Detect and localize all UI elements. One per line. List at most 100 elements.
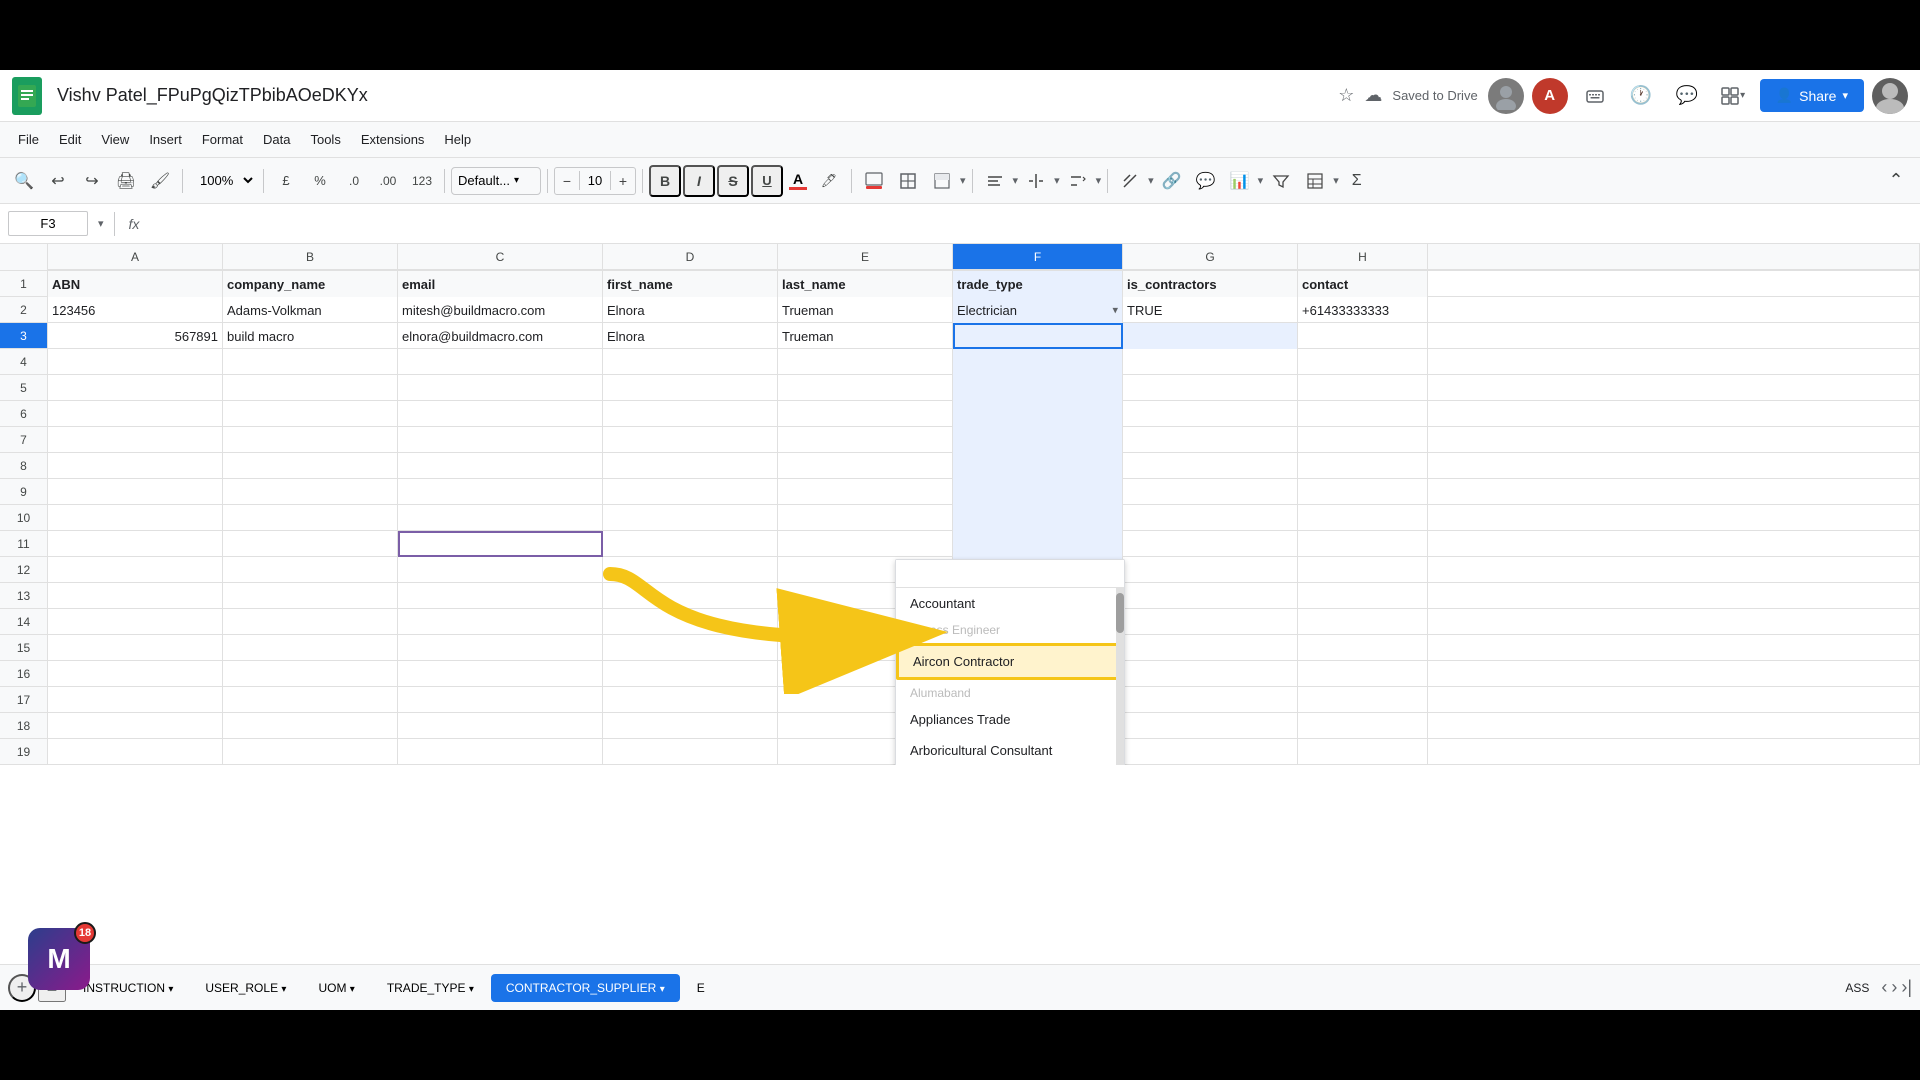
- collapse-button[interactable]: ⌃: [1880, 165, 1912, 197]
- tab-user-role[interactable]: USER_ROLE ▾: [190, 974, 301, 1002]
- cell-A10[interactable]: [48, 505, 223, 531]
- cloud-icon[interactable]: ☁: [1364, 85, 1382, 106]
- cell-name-chevron[interactable]: ▾: [96, 217, 106, 230]
- notification-app[interactable]: M 18: [28, 928, 108, 1008]
- tab-contractor-supplier[interactable]: CONTRACTOR_SUPPLIER ▾: [491, 974, 680, 1002]
- menu-tools[interactable]: Tools: [300, 126, 350, 153]
- row-header-12[interactable]: 12: [0, 557, 48, 582]
- cell-B6[interactable]: [223, 401, 398, 427]
- align-chevron[interactable]: ▾: [1013, 174, 1019, 187]
- cell-H8[interactable]: [1298, 453, 1428, 479]
- decimal-decrease[interactable]: .0: [338, 165, 370, 197]
- menu-view[interactable]: View: [91, 126, 139, 153]
- cell-E10[interactable]: [778, 505, 953, 531]
- cell-D19[interactable]: [603, 739, 778, 765]
- cell-D15[interactable]: [603, 635, 778, 661]
- cell-B18[interactable]: [223, 713, 398, 739]
- tab-nav-prev[interactable]: ‹: [1881, 977, 1887, 998]
- cell-A13[interactable]: [48, 583, 223, 609]
- cell-F9[interactable]: [953, 479, 1123, 505]
- row-header-17[interactable]: 17: [0, 687, 48, 712]
- dropdown-item-alumaband[interactable]: Alumaband: [896, 682, 1124, 704]
- cell-F8[interactable]: [953, 453, 1123, 479]
- cell-H9[interactable]: [1298, 479, 1428, 505]
- merge-button[interactable]: [926, 165, 958, 197]
- cell-E11[interactable]: [778, 531, 953, 557]
- cell-G7[interactable]: [1123, 427, 1298, 453]
- cell-D9[interactable]: [603, 479, 778, 505]
- cell-H11[interactable]: [1298, 531, 1428, 557]
- cell-A5[interactable]: [48, 375, 223, 401]
- row-header-14[interactable]: 14: [0, 609, 48, 634]
- cell-A1[interactable]: ABN: [48, 271, 223, 297]
- cell-C15[interactable]: [398, 635, 603, 661]
- tab-trade-type[interactable]: TRADE_TYPE ▾: [372, 974, 489, 1002]
- cell-C13[interactable]: [398, 583, 603, 609]
- font-size-decrease[interactable]: −: [555, 168, 579, 194]
- cell-D18[interactable]: [603, 713, 778, 739]
- share-button[interactable]: 👤 Share ▾: [1760, 79, 1864, 112]
- cell-C9[interactable]: [398, 479, 603, 505]
- cell-G17[interactable]: [1123, 687, 1298, 713]
- user-avatar[interactable]: A: [1532, 78, 1568, 114]
- cell-D6[interactable]: [603, 401, 778, 427]
- font-size-input[interactable]: [579, 171, 611, 190]
- cell-F10[interactable]: [953, 505, 1123, 531]
- cell-G10[interactable]: [1123, 505, 1298, 531]
- cell-D1[interactable]: first_name: [603, 271, 778, 297]
- row-header-11[interactable]: 11: [0, 531, 48, 556]
- cell-E5[interactable]: [778, 375, 953, 401]
- menu-insert[interactable]: Insert: [139, 126, 192, 153]
- cell-D11[interactable]: [603, 531, 778, 557]
- cell-F11[interactable]: [953, 531, 1123, 557]
- cell-A7[interactable]: [48, 427, 223, 453]
- row-header-13[interactable]: 13: [0, 583, 48, 608]
- cell-A8[interactable]: [48, 453, 223, 479]
- cell-C10[interactable]: [398, 505, 603, 531]
- cell-C2[interactable]: mitesh@buildmacro.com: [398, 297, 603, 323]
- tab-e[interactable]: E: [682, 974, 720, 1002]
- cell-B2[interactable]: Adams-Volkman: [223, 297, 398, 323]
- doc-title[interactable]: Vishv Patel_FPuPgQizTPbibAOeDKYx: [57, 85, 1328, 106]
- cell-E6[interactable]: [778, 401, 953, 427]
- format-number-button[interactable]: 123: [406, 165, 438, 197]
- cell-H1[interactable]: contact: [1298, 271, 1428, 297]
- menu-help[interactable]: Help: [434, 126, 481, 153]
- cell-G11[interactable]: [1123, 531, 1298, 557]
- cell-G2[interactable]: TRUE: [1123, 297, 1298, 323]
- cell-F2[interactable]: Electrician ▾: [953, 297, 1123, 323]
- cell-H10[interactable]: [1298, 505, 1428, 531]
- cell-C6[interactable]: [398, 401, 603, 427]
- menu-extensions[interactable]: Extensions: [351, 126, 435, 153]
- cell-G14[interactable]: [1123, 609, 1298, 635]
- cell-G16[interactable]: [1123, 661, 1298, 687]
- cell-H19[interactable]: [1298, 739, 1428, 765]
- cell-B16[interactable]: [223, 661, 398, 687]
- cell-C4[interactable]: [398, 349, 603, 375]
- cell-H2[interactable]: +61433333333: [1298, 297, 1428, 323]
- col-header-E[interactable]: E: [778, 244, 953, 270]
- cell-A9[interactable]: [48, 479, 223, 505]
- cell-B17[interactable]: [223, 687, 398, 713]
- cell-G3[interactable]: [1123, 323, 1298, 349]
- cell-D7[interactable]: [603, 427, 778, 453]
- print-button[interactable]: 🖨: [110, 165, 142, 197]
- sheets-logo[interactable]: [12, 77, 42, 115]
- strikethrough-button[interactable]: S: [717, 165, 749, 197]
- cell-D16[interactable]: [603, 661, 778, 687]
- font-size-increase[interactable]: +: [611, 168, 635, 194]
- search-button[interactable]: 🔍: [8, 165, 40, 197]
- cell-F5[interactable]: [953, 375, 1123, 401]
- cell-G1[interactable]: is_contractors: [1123, 271, 1298, 297]
- cell-A15[interactable]: [48, 635, 223, 661]
- cell-C19[interactable]: [398, 739, 603, 765]
- col-header-C[interactable]: C: [398, 244, 603, 270]
- cell-H5[interactable]: [1298, 375, 1428, 401]
- cell-D17[interactable]: [603, 687, 778, 713]
- cell-G19[interactable]: [1123, 739, 1298, 765]
- cell-C5[interactable]: [398, 375, 603, 401]
- cell-C1[interactable]: email: [398, 271, 603, 297]
- highlight-button[interactable]: 🖊: [813, 165, 845, 197]
- bold-button[interactable]: B: [649, 165, 681, 197]
- cell-A11[interactable]: [48, 531, 223, 557]
